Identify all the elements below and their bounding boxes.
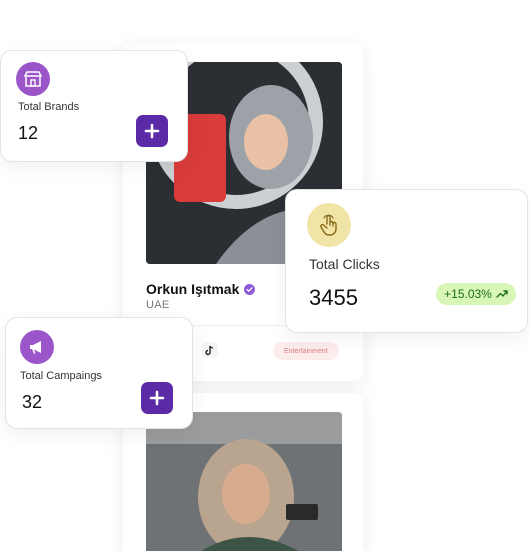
total-campaigns-label: Total Campaings (20, 370, 102, 382)
tiktok-icon[interactable] (202, 342, 218, 358)
trend-up-icon (496, 290, 508, 298)
add-campaign-button[interactable] (141, 382, 173, 414)
total-campaigns-card: Total Campaings 32 (5, 317, 193, 429)
store-icon (16, 62, 50, 96)
trend-value: +15.03% (444, 287, 492, 301)
verified-icon (244, 283, 256, 295)
plus-icon (144, 123, 160, 139)
add-brand-button[interactable] (136, 115, 168, 147)
influencer-location: UAE (146, 299, 170, 311)
influencer-name-text: Orkun Işıtmak (146, 281, 240, 297)
total-clicks-card: Total Clicks 3455 +15.03% (285, 189, 528, 333)
category-badge: Entertainment (273, 342, 339, 360)
total-campaigns-value: 32 (22, 392, 43, 412)
total-brands-value: 12 (18, 123, 39, 143)
megaphone-icon (20, 330, 54, 364)
total-clicks-value: 3455 (309, 285, 358, 310)
influencer-name: Orkun Işıtmak (146, 281, 256, 297)
total-clicks-label: Total Clicks (309, 256, 380, 272)
trend-badge: +15.03% (436, 283, 516, 305)
tap-hand-icon (307, 203, 351, 247)
influencer-photo-2 (146, 412, 342, 551)
total-brands-label: Total Brands (18, 101, 80, 113)
plus-icon (149, 390, 165, 406)
total-brands-card: Total Brands 12 (0, 50, 188, 162)
